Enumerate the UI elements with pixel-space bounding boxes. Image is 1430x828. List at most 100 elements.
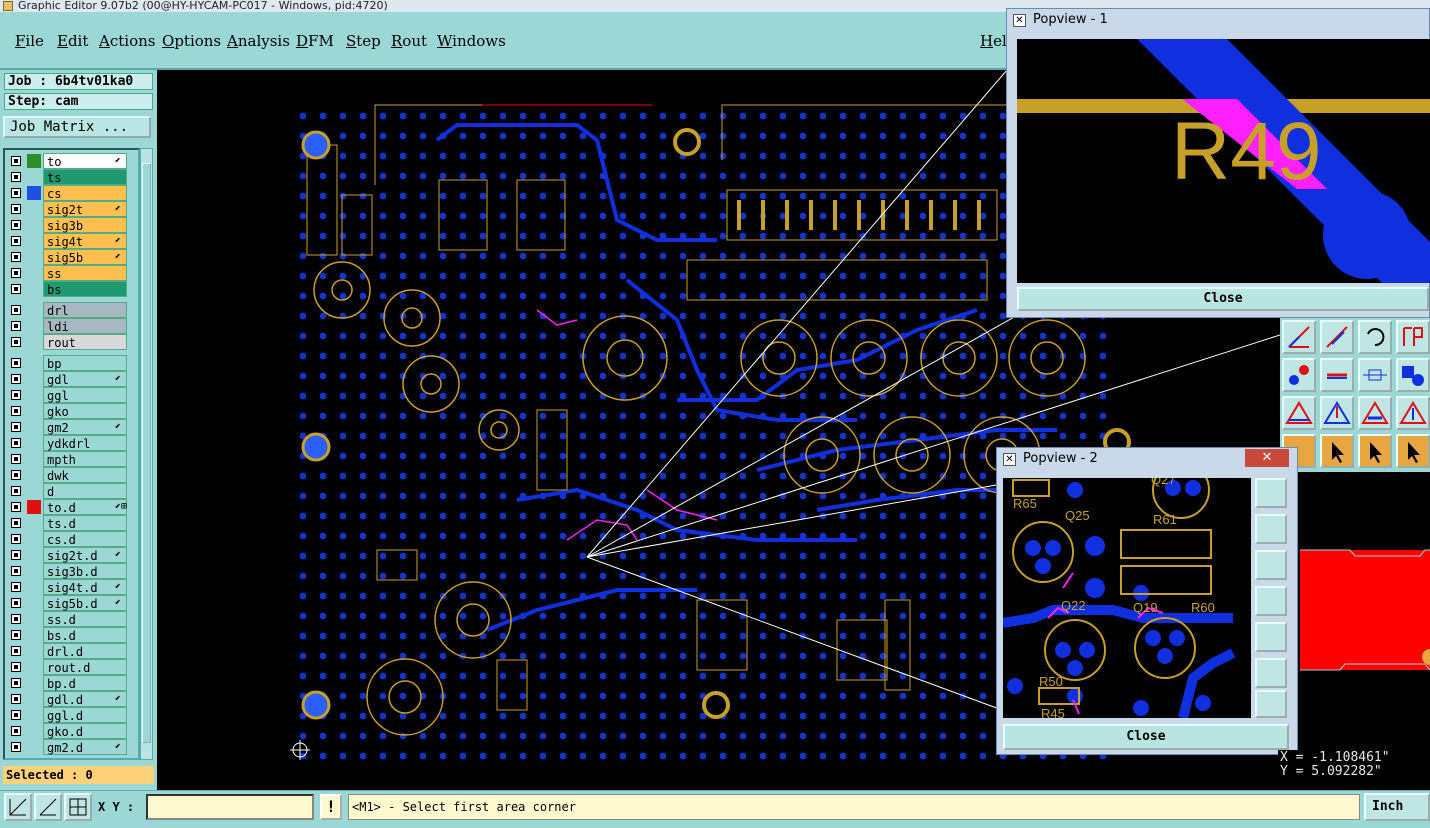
layer-name[interactable]: cs.d [43,531,127,547]
layer-color-swatch[interactable] [27,484,41,498]
layer-color-swatch[interactable] [27,372,41,386]
layer-checkbox[interactable] [11,646,21,656]
tool-triangle-b-icon[interactable] [1320,396,1354,430]
menu-dfm[interactable]: DFM [296,32,334,50]
tool-rotate-icon[interactable] [1358,320,1392,354]
layer-row[interactable]: ss.d [7,611,138,627]
layer-color-swatch[interactable] [27,388,41,402]
layer-color-swatch[interactable] [27,319,41,333]
layer-name[interactable]: gko.d [43,723,127,739]
layer-row[interactable]: gko [7,403,138,419]
layer-row[interactable]: sig4t.d ⬋ [7,579,138,595]
layer-color-swatch[interactable] [27,468,41,482]
layer-color-swatch[interactable] [27,420,41,434]
layer-checkbox[interactable] [11,566,21,576]
layer-row[interactable]: d [7,483,138,499]
popview-2-canvas[interactable]: R65 Q25 Q27 R61 Q22 Q19 R60 R50 R45 [1003,478,1251,718]
layer-row[interactable]: ggl.d [7,707,138,723]
tool-select-d-icon[interactable] [1396,434,1430,468]
layer-row[interactable]: sig3b [7,217,138,233]
layer-name[interactable]: ts [43,169,127,185]
popview-1-close-button[interactable]: Close [1017,287,1429,311]
snap-icon[interactable] [4,793,32,821]
menu-step[interactable]: Step [346,32,381,50]
grid-icon[interactable] [64,793,92,821]
layer-checkbox[interactable] [11,710,21,720]
zoom-fit-icon[interactable] [1255,690,1287,718]
layer-checkbox[interactable] [11,518,21,528]
layer-checkbox[interactable] [11,486,21,496]
layer-name[interactable]: ss.d [43,611,127,627]
layer-checkbox[interactable] [11,268,21,278]
popview-1-canvas[interactable]: R49 [1017,39,1430,283]
layer-color-swatch[interactable] [27,548,41,562]
tool-minus-icon[interactable] [1320,358,1354,392]
layer-color-swatch[interactable] [27,170,41,184]
layer-row[interactable]: gdl ⬋ [7,371,138,387]
layer-name[interactable]: ldi [43,318,127,334]
layer-color-swatch[interactable] [27,218,41,232]
angle-icon[interactable] [34,793,62,821]
layer-row[interactable]: cs [7,185,138,201]
layer-color-swatch[interactable] [27,628,41,642]
layer-color-swatch[interactable] [27,335,41,349]
layer-row[interactable]: gm2 ⬋ [7,419,138,435]
layer-row[interactable]: ts.d [7,515,138,531]
layer-name[interactable]: sig3b.d [43,563,127,579]
layer-checkbox[interactable] [11,172,21,182]
layer-checkbox[interactable] [11,220,21,230]
layer-checkbox[interactable] [11,614,21,624]
tool-triangle-c-icon[interactable] [1358,396,1392,430]
layer-checkbox[interactable] [11,156,21,166]
layer-row[interactable]: sig2t ⬋ [7,201,138,217]
layer-color-swatch[interactable] [27,532,41,546]
layer-checkbox[interactable] [11,662,21,672]
layer-row[interactable]: ts [7,169,138,185]
xy-input[interactable] [146,794,314,820]
layer-color-swatch[interactable] [27,516,41,530]
layer-name[interactable]: gko [43,403,127,419]
layer-color-swatch[interactable] [27,500,41,514]
layer-color-swatch[interactable] [27,436,41,450]
layer-row[interactable]: gdl.d ⬋ [7,691,138,707]
layer-color-swatch[interactable] [27,202,41,216]
layer-checkbox[interactable] [11,534,21,544]
layer-checkbox[interactable] [11,550,21,560]
layer-color-swatch[interactable] [27,692,41,706]
layer-name[interactable]: rout.d [43,659,127,675]
layer-checkbox[interactable] [11,726,21,736]
tool-select-c-icon[interactable] [1358,434,1392,468]
layer-checkbox[interactable] [11,742,21,752]
layer-color-swatch[interactable] [27,250,41,264]
layer-row[interactable]: rout [7,334,138,350]
layer-checkbox[interactable] [11,598,21,608]
layer-checkbox[interactable] [11,358,21,368]
zoom-area-icon[interactable] [1255,478,1287,508]
layer-row[interactable]: sig4t ⬋ [7,233,138,249]
layer-color-swatch[interactable] [27,580,41,594]
layer-name[interactable]: ggl [43,387,127,403]
layer-color-swatch[interactable] [27,644,41,658]
tool-group-icon[interactable] [1396,358,1430,392]
layer-color-swatch[interactable] [27,596,41,610]
layer-row[interactable]: sig2t.d ⬋ [7,547,138,563]
layer-color-swatch[interactable] [27,612,41,626]
layer-row[interactable]: ss [7,265,138,281]
layer-name[interactable]: d [43,483,127,499]
layer-name[interactable]: bs [43,281,127,297]
layer-row[interactable]: drl [7,302,138,318]
tool-select-b-icon[interactable] [1320,434,1354,468]
layer-color-swatch[interactable] [27,404,41,418]
layer-color-swatch[interactable] [27,564,41,578]
menu-windows[interactable]: Windows [437,32,506,50]
layer-row[interactable]: sig5b ⬋ [7,249,138,265]
layer-name[interactable]: ts.d [43,515,127,531]
alert-button[interactable]: ! [320,794,342,820]
layer-checkbox[interactable] [11,406,21,416]
zoom-in-icon[interactable] [1255,658,1287,688]
layer-checkbox[interactable] [11,236,21,246]
menu-analysis[interactable]: Analysis [227,32,290,50]
layer-row[interactable]: cs.d [7,531,138,547]
layer-color-swatch[interactable] [27,676,41,690]
layer-scrollbar[interactable] [140,148,153,760]
